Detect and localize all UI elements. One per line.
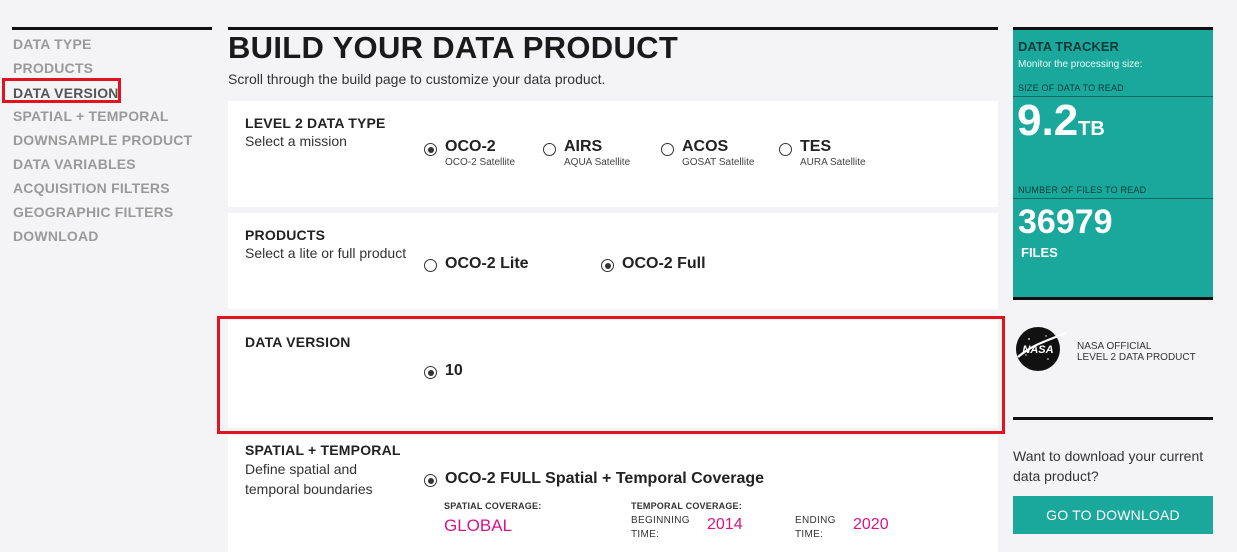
nav-active-highlight — [2, 78, 121, 103]
nasa-logo-text: NASA — [1022, 344, 1053, 356]
radio-oco2-full-coverage[interactable] — [424, 474, 437, 487]
ending-time-value: 2020 — [853, 516, 889, 533]
page-subtitle: Scroll through the build page to customi… — [228, 71, 606, 87]
ending-time-label-line-1: ENDING — [795, 515, 836, 526]
option-sub-tes: AURA Satellite — [800, 157, 866, 168]
radio-airs[interactable] — [543, 143, 556, 156]
nasa-logo-icon: NASA — [1016, 327, 1066, 371]
panel-description: Select a lite or full product — [245, 245, 407, 261]
nav-item-downsample-product[interactable]: DOWNSAMPLE PRODUCT — [13, 132, 213, 156]
size-caption: SIZE OF DATA TO READ — [1018, 83, 1124, 93]
tracker-title: DATA TRACKER — [1018, 39, 1119, 54]
spatial-coverage-value: GLOBAL — [444, 516, 513, 535]
beginning-time-label-line-1: BEGINNING — [631, 515, 690, 526]
panel-description-line-2: temporal boundaries — [245, 481, 373, 497]
nasa-label-line-2: LEVEL 2 DATA PRODUCT — [1077, 352, 1196, 363]
option-label-oco2-lite: OCO-2 Lite — [445, 255, 529, 272]
panel-spatial-temporal: SPATIAL + TEMPORAL Define spatial and te… — [228, 436, 998, 552]
ending-time-label-line-2: TIME: — [795, 529, 824, 540]
beginning-time-label-line-2: TIME: — [631, 529, 660, 540]
panel-title: LEVEL 2 DATA TYPE — [245, 115, 386, 131]
panel-description-line-1: Define spatial and — [245, 461, 358, 477]
files-caption: NUMBER OF FILES TO READ — [1018, 185, 1147, 195]
download-top-rule — [1013, 417, 1213, 420]
panel-title: PRODUCTS — [245, 227, 326, 243]
nasa-official-label: NASA OFFICIAL LEVEL 2 DATA PRODUCT — [1077, 341, 1196, 363]
nav-item-geographic-filters[interactable]: GEOGRAPHIC FILTERS — [13, 204, 213, 228]
nav-item-spatial-temporal[interactable]: SPATIAL + TEMPORAL — [13, 108, 213, 132]
option-label-oco2: OCO-2 — [445, 138, 496, 155]
size-readout: 9.2TB — [1017, 96, 1105, 146]
nasa-label-line-1: NASA OFFICIAL — [1077, 341, 1152, 352]
files-unit: FILES — [1021, 245, 1058, 260]
size-unit: TB — [1078, 118, 1105, 140]
data-tracker: DATA TRACKER Monitor the processing size… — [1013, 30, 1213, 297]
radio-acos[interactable] — [661, 143, 674, 156]
radio-oco2[interactable] — [424, 143, 437, 156]
nav-item-data-type[interactable]: DATA TYPE — [13, 36, 213, 60]
option-sub-airs: AQUA Satellite — [564, 157, 631, 168]
go-to-download-button[interactable]: GO TO DOWNLOAD — [1013, 496, 1213, 534]
ending-time-label: ENDING TIME: — [795, 514, 836, 542]
option-sub-oco2: OCO-2 Satellite — [445, 157, 516, 168]
panel-description: Select a mission — [245, 133, 347, 149]
panel-title: SPATIAL + TEMPORAL — [245, 442, 401, 458]
data-version-highlight — [217, 316, 1005, 434]
option-label-acos: ACOS — [682, 138, 729, 155]
beginning-time-value: 2014 — [707, 516, 743, 533]
tracker-bottom-rule — [1013, 297, 1213, 300]
panel-products: PRODUCTS Select a lite or full product O… — [228, 213, 998, 309]
option-label-oco2-full: OCO-2 Full — [622, 255, 706, 272]
option-sub-acos: GOSAT Satellite — [682, 157, 755, 168]
nav-item-data-variables[interactable]: DATA VARIABLES — [13, 156, 213, 180]
option-label-airs: AIRS — [564, 138, 603, 155]
option-label-full-coverage: OCO-2 FULL Spatial + Temporal Coverage — [445, 470, 765, 487]
option-label-tes: TES — [800, 138, 832, 155]
nav-item-download[interactable]: DOWNLOAD — [13, 228, 213, 252]
tracker-subtitle: Monitor the processing size: — [1018, 59, 1143, 70]
panel-level2-data-type: LEVEL 2 DATA TYPE Select a mission OCO-2… — [228, 101, 998, 207]
radio-oco2-lite[interactable] — [424, 259, 437, 272]
page-title: BUILD YOUR DATA PRODUCT — [228, 30, 679, 65]
radio-tes[interactable] — [779, 143, 792, 156]
beginning-time-label: BEGINNING TIME: — [631, 514, 690, 542]
radio-oco2-full[interactable] — [601, 259, 614, 272]
temporal-coverage-caption: TEMPORAL COVERAGE: — [631, 501, 742, 511]
nav-item-acquisition-filters[interactable]: ACQUISITION FILTERS — [13, 180, 213, 204]
size-value: 9.2 — [1017, 96, 1079, 145]
spatial-coverage-caption: SPATIAL COVERAGE: — [444, 501, 542, 511]
download-prompt: Want to download your current data produ… — [1013, 448, 1204, 484]
files-value: 36979 — [1018, 203, 1113, 241]
tracker-divider — [1013, 198, 1213, 199]
nav-top-rule — [12, 27, 212, 30]
section-nav: DATA TYPE PRODUCTS DATA VERSION SPATIAL … — [13, 36, 213, 252]
